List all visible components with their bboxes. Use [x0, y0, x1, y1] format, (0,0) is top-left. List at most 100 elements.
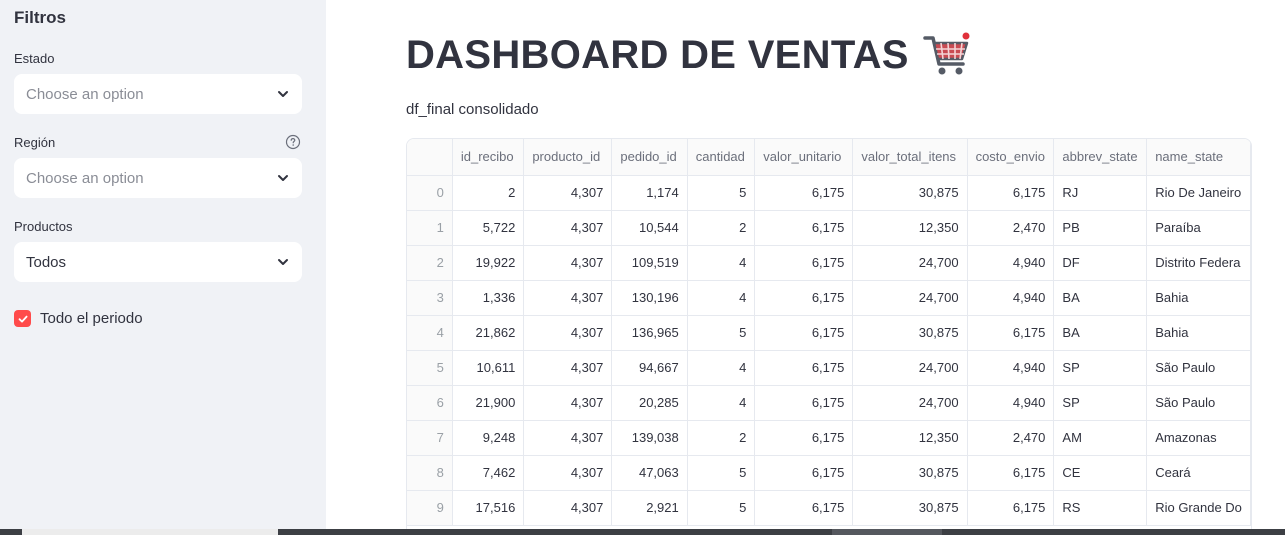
table-cell[interactable]: 4	[687, 280, 756, 316]
column-header[interactable]: pedido_id	[611, 139, 688, 176]
table-cell[interactable]: 6,175	[967, 490, 1055, 526]
row-index-cell[interactable]: 0	[407, 175, 453, 211]
table-cell[interactable]: 9,248	[452, 420, 525, 456]
row-index-cell[interactable]: 2	[407, 245, 453, 281]
table-cell[interactable]: 30,875	[852, 175, 968, 211]
horizontal-scrollbar[interactable]	[0, 529, 1285, 535]
table-cell[interactable]: 10,544	[611, 210, 688, 246]
table-cell[interactable]: 130,196	[611, 280, 688, 316]
table-cell[interactable]: 2	[687, 420, 756, 456]
dataframe-table[interactable]: id_recibo producto_id pedido_id cantidad…	[406, 138, 1252, 535]
table-cell[interactable]: Rio Grande Do	[1146, 490, 1251, 526]
table-cell[interactable]: 6,175	[967, 455, 1055, 491]
column-header[interactable]: producto_id	[523, 139, 613, 176]
productos-select[interactable]: Todos	[14, 242, 302, 282]
table-row[interactable]: 4 21,862 4,307 136,965 5 6,175 30,875 6,175 BA Ba…	[407, 315, 1251, 351]
table-cell[interactable]: Rio De Janeiro	[1146, 175, 1251, 211]
scrollbar-thumb-secondary[interactable]	[832, 529, 942, 535]
table-cell[interactable]: Bahia	[1146, 315, 1251, 351]
table-cell[interactable]: São Paulo	[1146, 385, 1251, 421]
table-row[interactable]: 0 2 4,307 1,174 5 6,175 30,875 6,175 RJ Rio De Ja…	[407, 175, 1251, 211]
row-index-cell[interactable]: 4	[407, 315, 453, 351]
row-index-cell[interactable]: 6	[407, 385, 453, 421]
row-index-cell[interactable]: 3	[407, 280, 453, 316]
table-cell[interactable]: 6,175	[967, 315, 1055, 351]
column-header[interactable]: id_recibo	[452, 139, 525, 176]
table-cell[interactable]: 2,470	[967, 420, 1055, 456]
table-cell[interactable]: SP	[1053, 385, 1148, 421]
row-index-cell[interactable]: 5	[407, 350, 453, 386]
table-cell[interactable]: Ceará	[1146, 455, 1251, 491]
table-cell[interactable]: 24,700	[852, 245, 968, 281]
table-cell[interactable]: 7,462	[452, 455, 525, 491]
table-cell[interactable]: 12,350	[852, 210, 968, 246]
table-cell[interactable]: 4,307	[523, 385, 613, 421]
table-cell[interactable]: 4,940	[967, 280, 1055, 316]
table-cell[interactable]: 6,175	[754, 490, 854, 526]
table-cell[interactable]: 4,307	[523, 490, 613, 526]
column-header[interactable]: cantidad	[687, 139, 756, 176]
column-header[interactable]: abbrev_state	[1053, 139, 1148, 176]
table-cell[interactable]: 6,175	[754, 175, 854, 211]
table-cell[interactable]: 4,940	[967, 245, 1055, 281]
table-cell[interactable]: 6,175	[754, 350, 854, 386]
table-row[interactable]: 8 7,462 4,307 47,063 5 6,175 30,875 6,175 CE Cear…	[407, 455, 1251, 491]
table-cell[interactable]: 21,900	[452, 385, 525, 421]
table-cell[interactable]: 19,922	[452, 245, 525, 281]
table-cell[interactable]: 4	[687, 245, 756, 281]
table-cell[interactable]: 6,175	[754, 245, 854, 281]
table-cell[interactable]: Paraíba	[1146, 210, 1251, 246]
table-cell[interactable]: 2	[687, 210, 756, 246]
region-select[interactable]: Choose an option	[14, 158, 302, 198]
table-cell[interactable]: 5	[687, 455, 756, 491]
todo-periodo-checkbox-row[interactable]: Todo el periodo	[14, 310, 143, 327]
table-row[interactable]: 5 10,611 4,307 94,667 4 6,175 24,700 4,940 SP São…	[407, 350, 1251, 386]
column-header[interactable]	[407, 139, 453, 176]
table-cell[interactable]: Bahia	[1146, 280, 1251, 316]
table-cell[interactable]: PB	[1053, 210, 1148, 246]
table-cell[interactable]: 30,875	[852, 455, 968, 491]
table-cell[interactable]: 1,336	[452, 280, 525, 316]
table-row[interactable]: 9 17,516 4,307 2,921 5 6,175 30,875 6,175 RS Rio …	[407, 490, 1251, 526]
table-cell[interactable]: 6,175	[754, 455, 854, 491]
table-cell[interactable]: São Paulo	[1146, 350, 1251, 386]
table-cell[interactable]: Distrito Federa	[1146, 245, 1251, 281]
table-cell[interactable]: AM	[1053, 420, 1148, 456]
table-cell[interactable]: 5	[687, 490, 756, 526]
row-index-cell[interactable]: 9	[407, 490, 453, 526]
table-cell[interactable]: 2,921	[611, 490, 688, 526]
table-cell[interactable]: 4,307	[523, 280, 613, 316]
table-cell[interactable]: 2,470	[967, 210, 1055, 246]
scrollbar-thumb[interactable]	[22, 529, 278, 535]
table-cell[interactable]: 6,175	[754, 280, 854, 316]
table-cell[interactable]: 6,175	[967, 175, 1055, 211]
row-index-cell[interactable]: 8	[407, 455, 453, 491]
table-cell[interactable]: 12,350	[852, 420, 968, 456]
column-header[interactable]: name_state	[1146, 139, 1251, 176]
table-cell[interactable]: 21,862	[452, 315, 525, 351]
table-cell[interactable]: 4,307	[523, 420, 613, 456]
estado-select[interactable]: Choose an option	[14, 74, 302, 114]
table-cell[interactable]: 47,063	[611, 455, 688, 491]
table-cell[interactable]: 6,175	[754, 210, 854, 246]
column-header[interactable]: valor_total_itens	[852, 139, 968, 176]
table-cell[interactable]: 94,667	[611, 350, 688, 386]
table-cell[interactable]: BA	[1053, 280, 1148, 316]
table-cell[interactable]: 17,516	[452, 490, 525, 526]
table-row[interactable]: 3 1,336 4,307 130,196 4 6,175 24,700 4,940 BA Bah…	[407, 280, 1251, 316]
table-row[interactable]: 6 21,900 4,307 20,285 4 6,175 24,700 4,940 SP São…	[407, 385, 1251, 421]
table-cell[interactable]: 2	[452, 175, 525, 211]
table-cell[interactable]: 24,700	[852, 280, 968, 316]
table-cell[interactable]: DF	[1053, 245, 1148, 281]
table-cell[interactable]: 24,700	[852, 350, 968, 386]
table-cell[interactable]: 4,307	[523, 245, 613, 281]
table-cell[interactable]: Amazonas	[1146, 420, 1251, 456]
table-cell[interactable]: 109,519	[611, 245, 688, 281]
table-row[interactable]: 1 5,722 4,307 10,544 2 6,175 12,350 2,470 PB Para…	[407, 210, 1251, 246]
table-cell[interactable]: 6,175	[754, 385, 854, 421]
table-cell[interactable]: RS	[1053, 490, 1148, 526]
column-header[interactable]: costo_envio	[967, 139, 1055, 176]
table-cell[interactable]: 4,307	[523, 350, 613, 386]
table-cell[interactable]: 30,875	[852, 315, 968, 351]
table-cell[interactable]: 4,307	[523, 315, 613, 351]
